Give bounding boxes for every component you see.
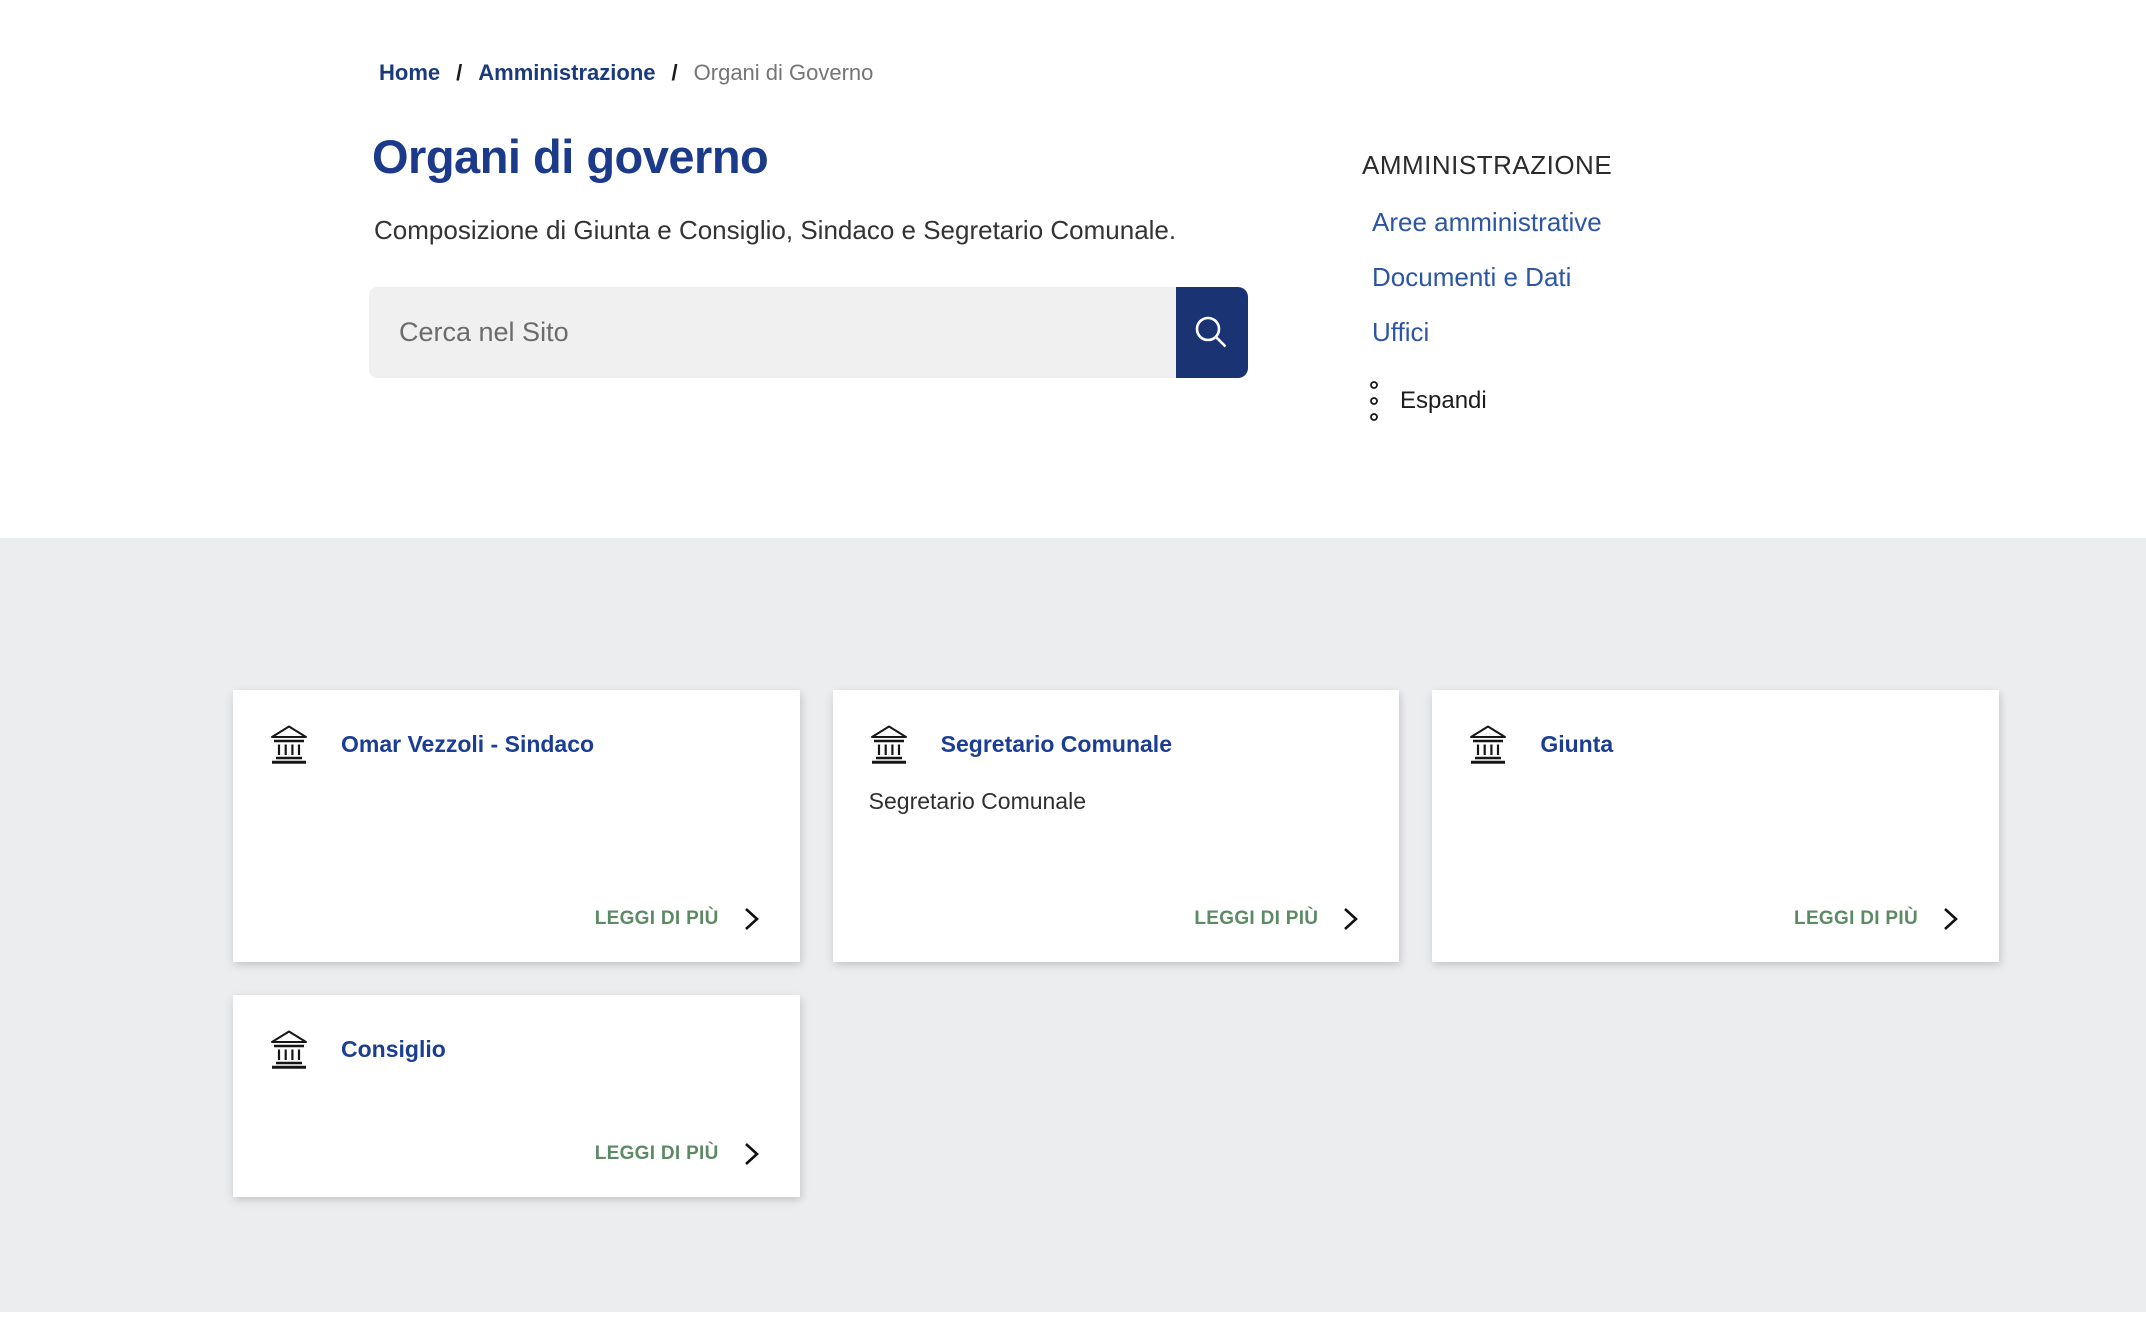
cards-section: Omar Vezzoli - Sindaco LEGGI DI PIÙ — [0, 538, 2146, 1312]
page-header: Home / Amministrazione / Organi di Gover… — [0, 0, 2146, 538]
search-button[interactable] — [1176, 287, 1248, 378]
cards-grid: Omar Vezzoli - Sindaco LEGGI DI PIÙ — [233, 690, 1999, 1197]
card-header: Giunta — [1468, 724, 1959, 764]
read-more-link[interactable]: LEGGI DI PIÙ — [595, 1143, 719, 1165]
breadcrumb-home-link[interactable]: Home — [379, 60, 440, 86]
search-form — [369, 287, 1248, 378]
chevron-right-icon — [743, 906, 760, 932]
bank-icon — [269, 1029, 309, 1069]
read-more-link[interactable]: LEGGI DI PIÙ — [1194, 908, 1318, 930]
search-icon — [1192, 313, 1232, 353]
card-title-link[interactable]: Segretario Comunale — [941, 731, 1172, 758]
sidebar-link-aree-amministrative[interactable]: Aree amministrative — [1372, 207, 1792, 238]
card-title-link[interactable]: Omar Vezzoli - Sindaco — [341, 731, 594, 758]
search-input[interactable] — [369, 287, 1176, 378]
card-header: Omar Vezzoli - Sindaco — [269, 724, 760, 764]
card-header: Consiglio — [269, 1029, 760, 1069]
card-footer: LEGGI DI PIÙ — [1468, 906, 1959, 932]
bank-icon — [1468, 724, 1508, 764]
expand-button[interactable]: Espandi — [1368, 380, 1487, 422]
card-footer: LEGGI DI PIÙ — [269, 1141, 760, 1167]
sidebar-title: AMMINISTRAZIONE — [1362, 150, 1792, 181]
breadcrumb-separator: / — [672, 60, 678, 86]
page-subtitle: Composizione di Giunta e Consiglio, Sind… — [374, 214, 1176, 248]
card-giunta: Giunta LEGGI DI PIÙ — [1432, 690, 1999, 962]
card-footer: LEGGI DI PIÙ — [869, 906, 1360, 932]
breadcrumb-separator: / — [456, 60, 462, 86]
chevron-right-icon — [1942, 906, 1959, 932]
card-header: Segretario Comunale — [869, 724, 1360, 764]
read-more-link[interactable]: LEGGI DI PIÙ — [595, 908, 719, 930]
read-more-link[interactable]: LEGGI DI PIÙ — [1794, 908, 1918, 930]
chevron-right-icon — [743, 1141, 760, 1167]
kebab-dots-icon — [1368, 380, 1380, 422]
breadcrumb-current-page: Organi di Governo — [694, 60, 874, 86]
card-title-link[interactable]: Giunta — [1540, 731, 1613, 758]
page-title: Organi di governo — [372, 128, 768, 187]
card-title-link[interactable]: Consiglio — [341, 1036, 446, 1063]
sidebar-link-uffici[interactable]: Uffici — [1372, 317, 1792, 348]
card-body-text: Segretario Comunale — [869, 788, 1360, 815]
card-segretario-comunale: Segretario Comunale Segretario Comunale … — [833, 690, 1400, 962]
page: Home / Amministrazione / Organi di Gover… — [0, 0, 2146, 1326]
sidebar-link-documenti-e-dati[interactable]: Documenti e Dati — [1372, 262, 1792, 293]
chevron-right-icon — [1342, 906, 1359, 932]
bottom-strip — [0, 1312, 2146, 1326]
bank-icon — [269, 724, 309, 764]
card-consiglio: Consiglio LEGGI DI PIÙ — [233, 995, 800, 1197]
card-omar-vezzoli-sindaco: Omar Vezzoli - Sindaco LEGGI DI PIÙ — [233, 690, 800, 962]
sidebar-amministrazione: AMMINISTRAZIONE Aree amministrative Docu… — [1362, 150, 1792, 422]
expand-label: Espandi — [1400, 387, 1487, 415]
breadcrumb: Home / Amministrazione / Organi di Gover… — [379, 60, 873, 86]
breadcrumb-amministrazione-link[interactable]: Amministrazione — [478, 60, 655, 86]
bank-icon — [869, 724, 909, 764]
card-footer: LEGGI DI PIÙ — [269, 906, 760, 932]
